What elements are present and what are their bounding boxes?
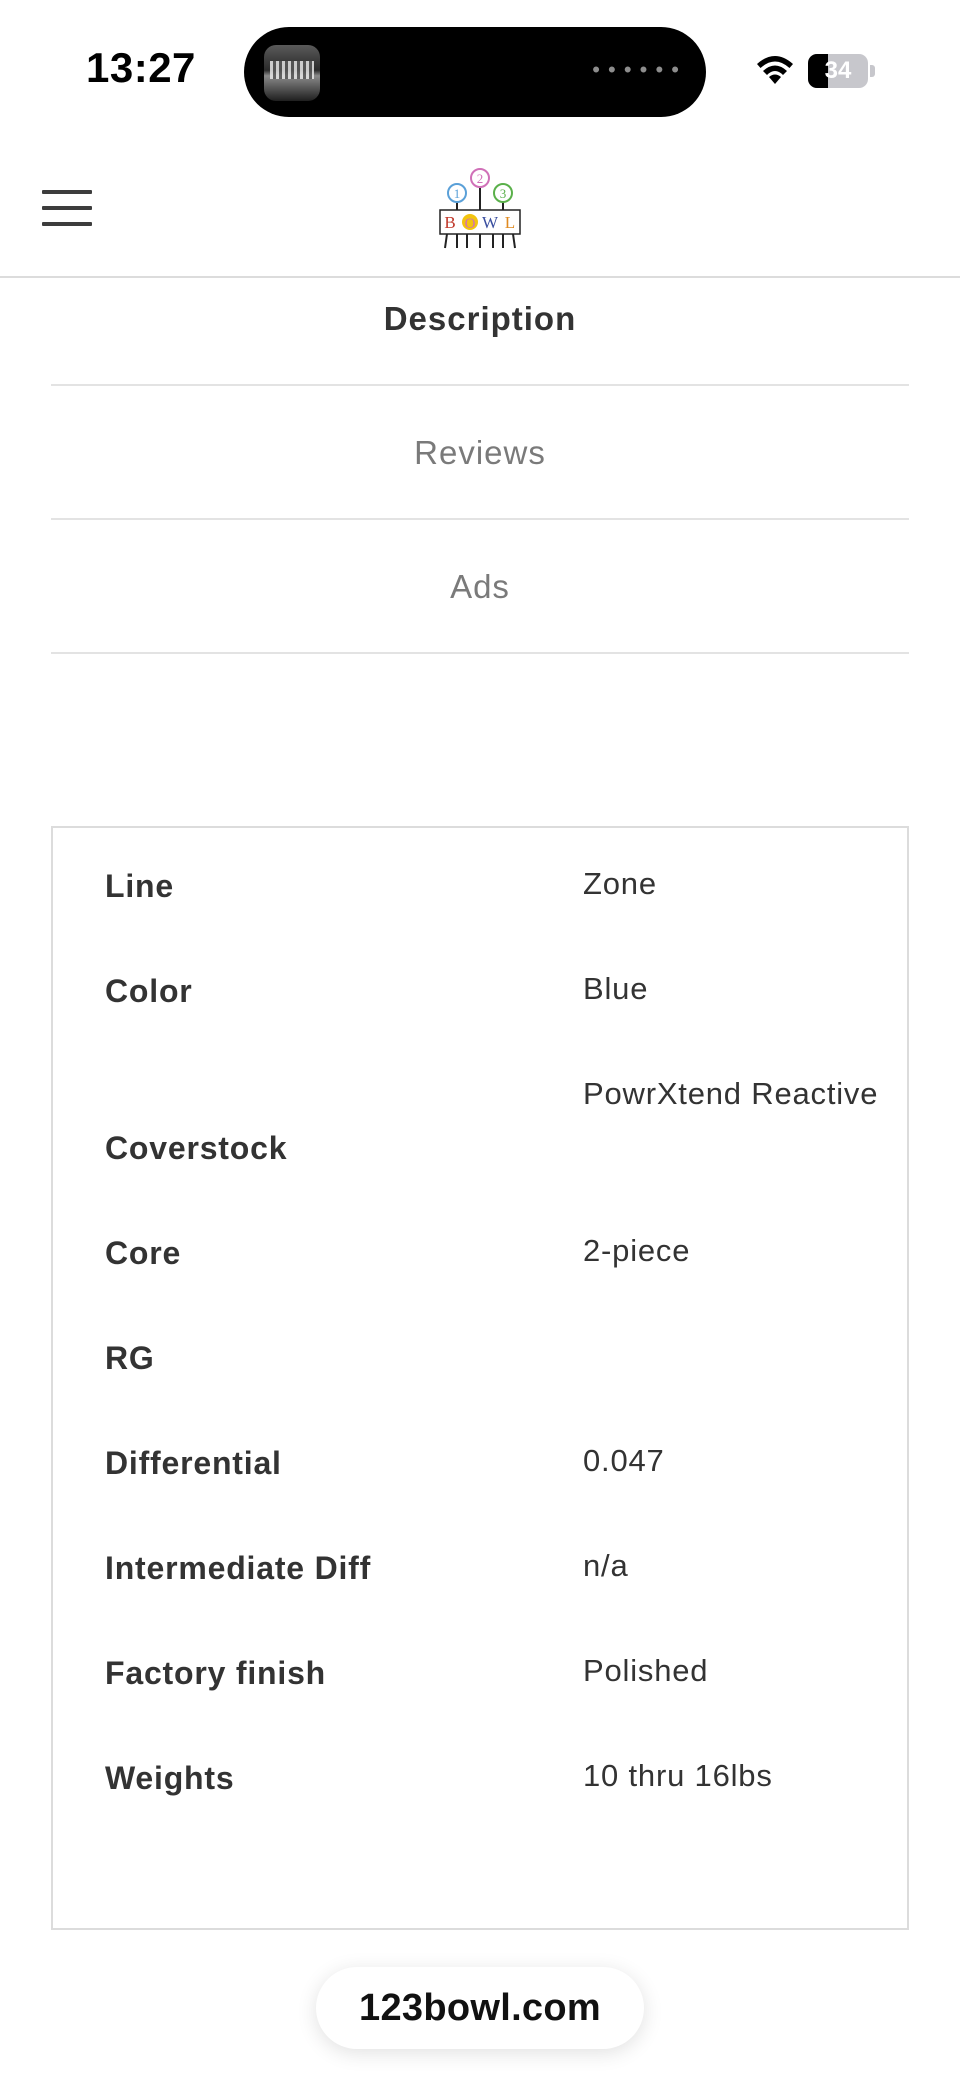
- product-tabs: Description Reviews Ads: [51, 280, 909, 654]
- hamburger-menu-icon[interactable]: [40, 186, 96, 230]
- logo-letter: W: [482, 213, 499, 232]
- spec-label: Coverstock: [105, 1130, 288, 1166]
- address-bar-url[interactable]: 123bowl.com: [316, 1967, 644, 2049]
- spec-label: Color: [105, 973, 193, 1009]
- site-header: 2 1 3 B O W L: [0, 130, 960, 278]
- 123bowl-logo[interactable]: 2 1 3 B O W L: [437, 166, 523, 252]
- menu-line: [42, 190, 92, 194]
- specs-table: Line Zone Color Blue Coverstock PowrXten…: [51, 826, 909, 1930]
- spec-value: PowrXtend Reactive: [583, 1076, 879, 1111]
- spec-label: Core: [105, 1235, 182, 1271]
- spec-value: Blue: [583, 971, 649, 1006]
- logo-letter: L: [505, 213, 515, 232]
- tab-description[interactable]: Description: [51, 280, 909, 386]
- spec-value: 2-piece: [583, 1233, 691, 1268]
- menu-line: [42, 206, 92, 210]
- spec-value: 10 thru 16lbs: [583, 1758, 773, 1793]
- spec-value: 0.047: [583, 1443, 665, 1478]
- wifi-icon: [757, 56, 793, 84]
- battery-cap: [870, 65, 875, 77]
- spec-label: Weights: [105, 1760, 235, 1796]
- spec-label: Intermediate Diff: [105, 1550, 372, 1586]
- logo-letter: O: [465, 216, 476, 232]
- logo-letter: B: [444, 213, 455, 232]
- spec-value: n/a: [583, 1548, 629, 1583]
- spec-value: Polished: [583, 1653, 709, 1688]
- status-time: 13:27: [86, 44, 196, 91]
- menu-line: [42, 222, 92, 226]
- battery-body: 34: [808, 54, 868, 88]
- spec-label: Line: [105, 868, 174, 904]
- logo-number: 2: [477, 171, 484, 186]
- spec-label: Factory finish: [105, 1655, 327, 1691]
- now-playing-thumbnail: [264, 45, 320, 101]
- dynamic-island: • • • • • •: [244, 27, 706, 117]
- tab-ads[interactable]: Ads: [51, 520, 909, 654]
- logo-number: 3: [500, 186, 507, 201]
- battery-percentage: 34: [824, 57, 852, 84]
- tab-reviews[interactable]: Reviews: [51, 386, 909, 520]
- logo-number: 1: [454, 186, 461, 201]
- battery-icon: 34: [808, 54, 876, 88]
- page: 13:27 • • • • • • 34 2 1 3 B O W L Descr…: [0, 0, 960, 2081]
- status-bar: 13:27 • • • • • • 34: [0, 0, 960, 130]
- spec-label: RG: [105, 1340, 155, 1376]
- spec-label: Differential: [105, 1445, 282, 1481]
- spec-value: Zone: [583, 866, 657, 901]
- island-dots: • • • • • •: [592, 57, 680, 82]
